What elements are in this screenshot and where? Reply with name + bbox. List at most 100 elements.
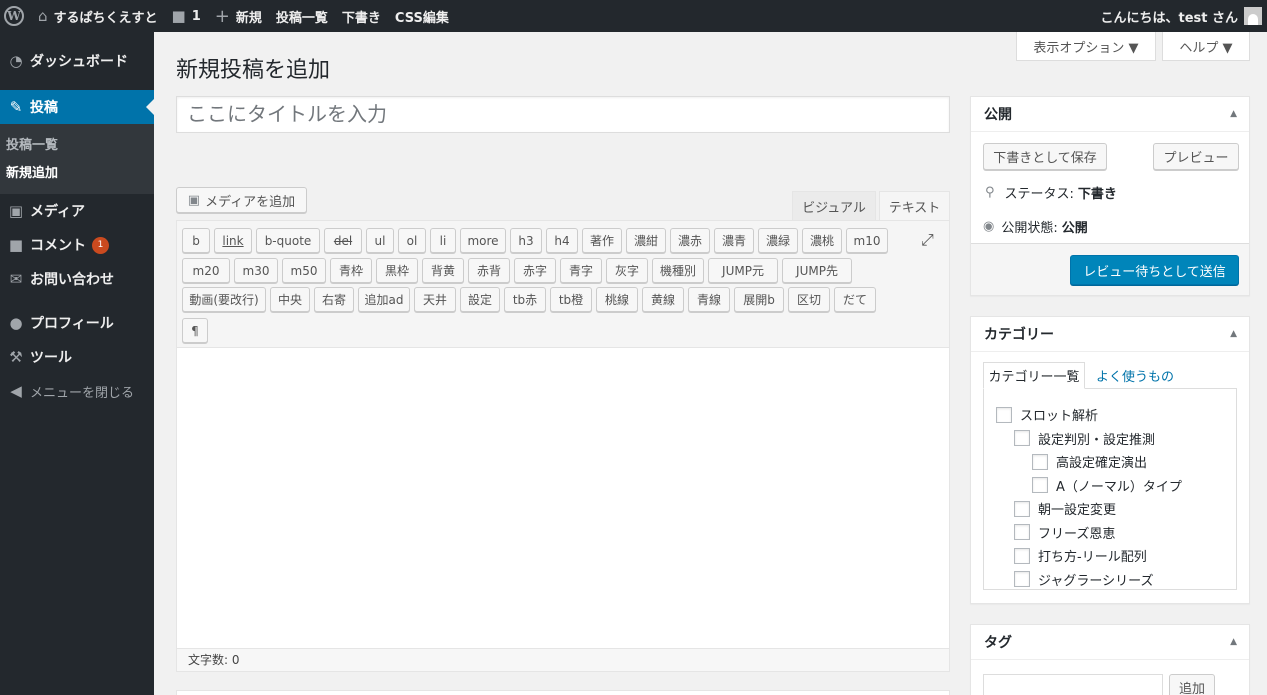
quicktag-button[interactable]: tb赤 xyxy=(504,287,546,312)
quicktag-button[interactable]: 濃紺 xyxy=(626,228,666,253)
add-tag-button[interactable]: 追加 xyxy=(1169,674,1215,695)
quicktag-button[interactable]: m50 xyxy=(282,258,326,283)
quicktag-button[interactable]: ol xyxy=(398,228,426,253)
quicktag-button[interactable]: m30 xyxy=(234,258,278,283)
quicktag-button[interactable]: JUMP元 xyxy=(708,258,778,283)
quicktag-button[interactable]: 灰字 xyxy=(606,258,648,283)
category-checkbox[interactable] xyxy=(1014,547,1030,564)
publish-header[interactable]: 公開 ▲ xyxy=(971,97,1249,132)
post-title-input[interactable]: ここにタイトルを入力 xyxy=(176,96,950,133)
quicktag-button[interactable]: b xyxy=(182,228,210,253)
quicktag-button[interactable]: 動画(要改行) xyxy=(182,287,266,312)
fullscreen-icon[interactable]: ⤢ xyxy=(921,230,934,250)
categories-header[interactable]: カテゴリー ▲ xyxy=(971,317,1249,352)
comments-link[interactable]: ■ 1 xyxy=(165,0,208,32)
collapse-menu-button[interactable]: ◀ メニューを閉じる xyxy=(0,374,154,408)
menu-tools[interactable]: ⚒ ツール xyxy=(0,340,154,374)
menu-posts[interactable]: ✎ 投稿 xyxy=(0,90,154,124)
quicktag-button[interactable]: 黒枠 xyxy=(376,258,418,283)
quicktag-button[interactable]: 濃青 xyxy=(714,228,754,253)
quicktag-button[interactable]: 区切 xyxy=(788,287,830,312)
submenu-new-post[interactable]: 新規追加 xyxy=(0,160,154,188)
tab-popular-categories[interactable]: よく使うもの xyxy=(1096,362,1174,389)
quicktag-button[interactable]: li xyxy=(430,228,456,253)
tab-text[interactable]: テキスト xyxy=(879,191,950,220)
content-textarea[interactable] xyxy=(176,347,950,649)
submit-for-review-button[interactable]: レビュー待ちとして送信 xyxy=(1070,255,1239,285)
quicktag-button[interactable]: 追加ad xyxy=(358,287,410,312)
tags-header[interactable]: タグ ▲ xyxy=(971,625,1249,660)
toggle-arrow-icon[interactable]: ▲ xyxy=(1230,329,1237,339)
category-item[interactable]: スロット解析 xyxy=(996,405,1098,424)
quicktag-button[interactable]: 天井 xyxy=(414,287,456,312)
quicktag-button[interactable]: h4 xyxy=(546,228,578,253)
category-item[interactable]: ジャグラーシリーズ xyxy=(1014,570,1153,589)
quicktag-button[interactable]: 機種別 xyxy=(652,258,704,283)
tag-input[interactable] xyxy=(983,674,1163,695)
my-account-link[interactable]: こんにちは、test さん xyxy=(1093,0,1267,32)
quicktag-button[interactable]: 赤背 xyxy=(468,258,510,283)
posts-list-link[interactable]: 投稿一覧 xyxy=(269,0,335,32)
quicktag-button[interactable]: 桃線 xyxy=(596,287,638,312)
quicktag-button[interactable]: 赤字 xyxy=(514,258,556,283)
category-item[interactable]: 設定判別・設定推測 xyxy=(1014,429,1155,448)
quicktag-button[interactable]: 展開b xyxy=(734,287,784,312)
help-button[interactable]: ヘルプ ▼ xyxy=(1162,32,1250,61)
toggle-arrow-icon[interactable]: ▲ xyxy=(1230,109,1237,119)
quicktag-button[interactable]: 青枠 xyxy=(330,258,372,283)
toggle-arrow-icon[interactable]: ▲ xyxy=(1230,637,1237,647)
quicktag-button[interactable]: h3 xyxy=(510,228,542,253)
category-item[interactable]: 高設定確定演出 xyxy=(1032,452,1147,471)
menu-comments[interactable]: ■ コメント 1 xyxy=(0,228,154,262)
quicktag-button[interactable]: 黄線 xyxy=(642,287,684,312)
category-checkbox[interactable] xyxy=(1014,500,1030,517)
quicktag-button[interactable]: 著作 xyxy=(582,228,622,253)
quicktag-button[interactable]: 設定 xyxy=(460,287,500,312)
menu-profile[interactable]: ● プロフィール xyxy=(0,306,154,340)
quicktag-button[interactable]: ul xyxy=(366,228,394,253)
category-checkbox[interactable] xyxy=(1014,571,1030,587)
save-draft-button[interactable]: 下書きとして保存 xyxy=(983,143,1107,170)
quicktag-button[interactable]: m10 xyxy=(846,228,888,253)
screen-options-button[interactable]: 表示オプション ▼ xyxy=(1016,32,1156,61)
category-checkbox[interactable] xyxy=(1014,430,1030,446)
quicktag-button[interactable]: tb橙 xyxy=(550,287,592,312)
quicktag-button[interactable]: del xyxy=(324,228,362,253)
submenu-posts-list[interactable]: 投稿一覧 xyxy=(0,132,154,160)
quicktag-button[interactable]: m20 xyxy=(182,258,230,283)
category-item[interactable]: 朝一設定変更 xyxy=(1014,499,1116,518)
quicktag-button[interactable]: 青線 xyxy=(688,287,730,312)
menu-contact[interactable]: ✉ お問い合わせ xyxy=(0,262,154,296)
quicktag-button[interactable]: 右寄 xyxy=(314,287,354,312)
quicktag-button[interactable]: more xyxy=(460,228,506,253)
category-checkbox[interactable] xyxy=(1032,477,1048,493)
css-edit-link[interactable]: CSS編集 xyxy=(388,0,456,32)
category-checkbox[interactable] xyxy=(996,406,1012,423)
quicktag-button[interactable]: だて xyxy=(834,287,876,312)
menu-dashboard[interactable]: ◔ ダッシュボード xyxy=(0,44,154,78)
tab-visual[interactable]: ビジュアル xyxy=(792,191,876,220)
quicktag-button[interactable]: ¶ xyxy=(182,318,208,343)
wp-logo-menu[interactable]: W xyxy=(0,0,31,32)
quicktag-button[interactable]: JUMP先 xyxy=(782,258,852,283)
quicktag-button[interactable]: 濃緑 xyxy=(758,228,798,253)
category-item[interactable]: A（ノーマル）タイプ xyxy=(1032,476,1182,495)
menu-media[interactable]: ▣ メディア xyxy=(0,194,154,228)
category-checkbox[interactable] xyxy=(1032,453,1048,470)
quicktag-button[interactable]: 青字 xyxy=(560,258,602,283)
drafts-link[interactable]: 下書き xyxy=(335,0,388,32)
quicktag-button[interactable]: 濃桃 xyxy=(802,228,842,253)
category-item[interactable]: 打ち方-リール配列 xyxy=(1014,546,1147,565)
preview-button[interactable]: プレビュー xyxy=(1153,143,1239,170)
quicktag-button[interactable]: link xyxy=(214,228,252,253)
category-item[interactable]: フリーズ恩恵 xyxy=(1014,523,1115,542)
new-content-link[interactable]: + 新規 xyxy=(208,0,269,32)
quicktag-button[interactable]: 濃赤 xyxy=(670,228,710,253)
tab-all-categories[interactable]: カテゴリー一覧 xyxy=(983,362,1085,389)
quicktag-button[interactable]: b-quote xyxy=(256,228,320,253)
quicktag-button[interactable]: 背黄 xyxy=(422,258,464,283)
add-media-button[interactable]: ▣ メディアを追加 xyxy=(176,187,307,213)
category-checkbox[interactable] xyxy=(1014,524,1030,540)
site-name-link[interactable]: ⌂ するぱちくえすと xyxy=(31,0,165,32)
quicktag-button[interactable]: 中央 xyxy=(270,287,310,312)
